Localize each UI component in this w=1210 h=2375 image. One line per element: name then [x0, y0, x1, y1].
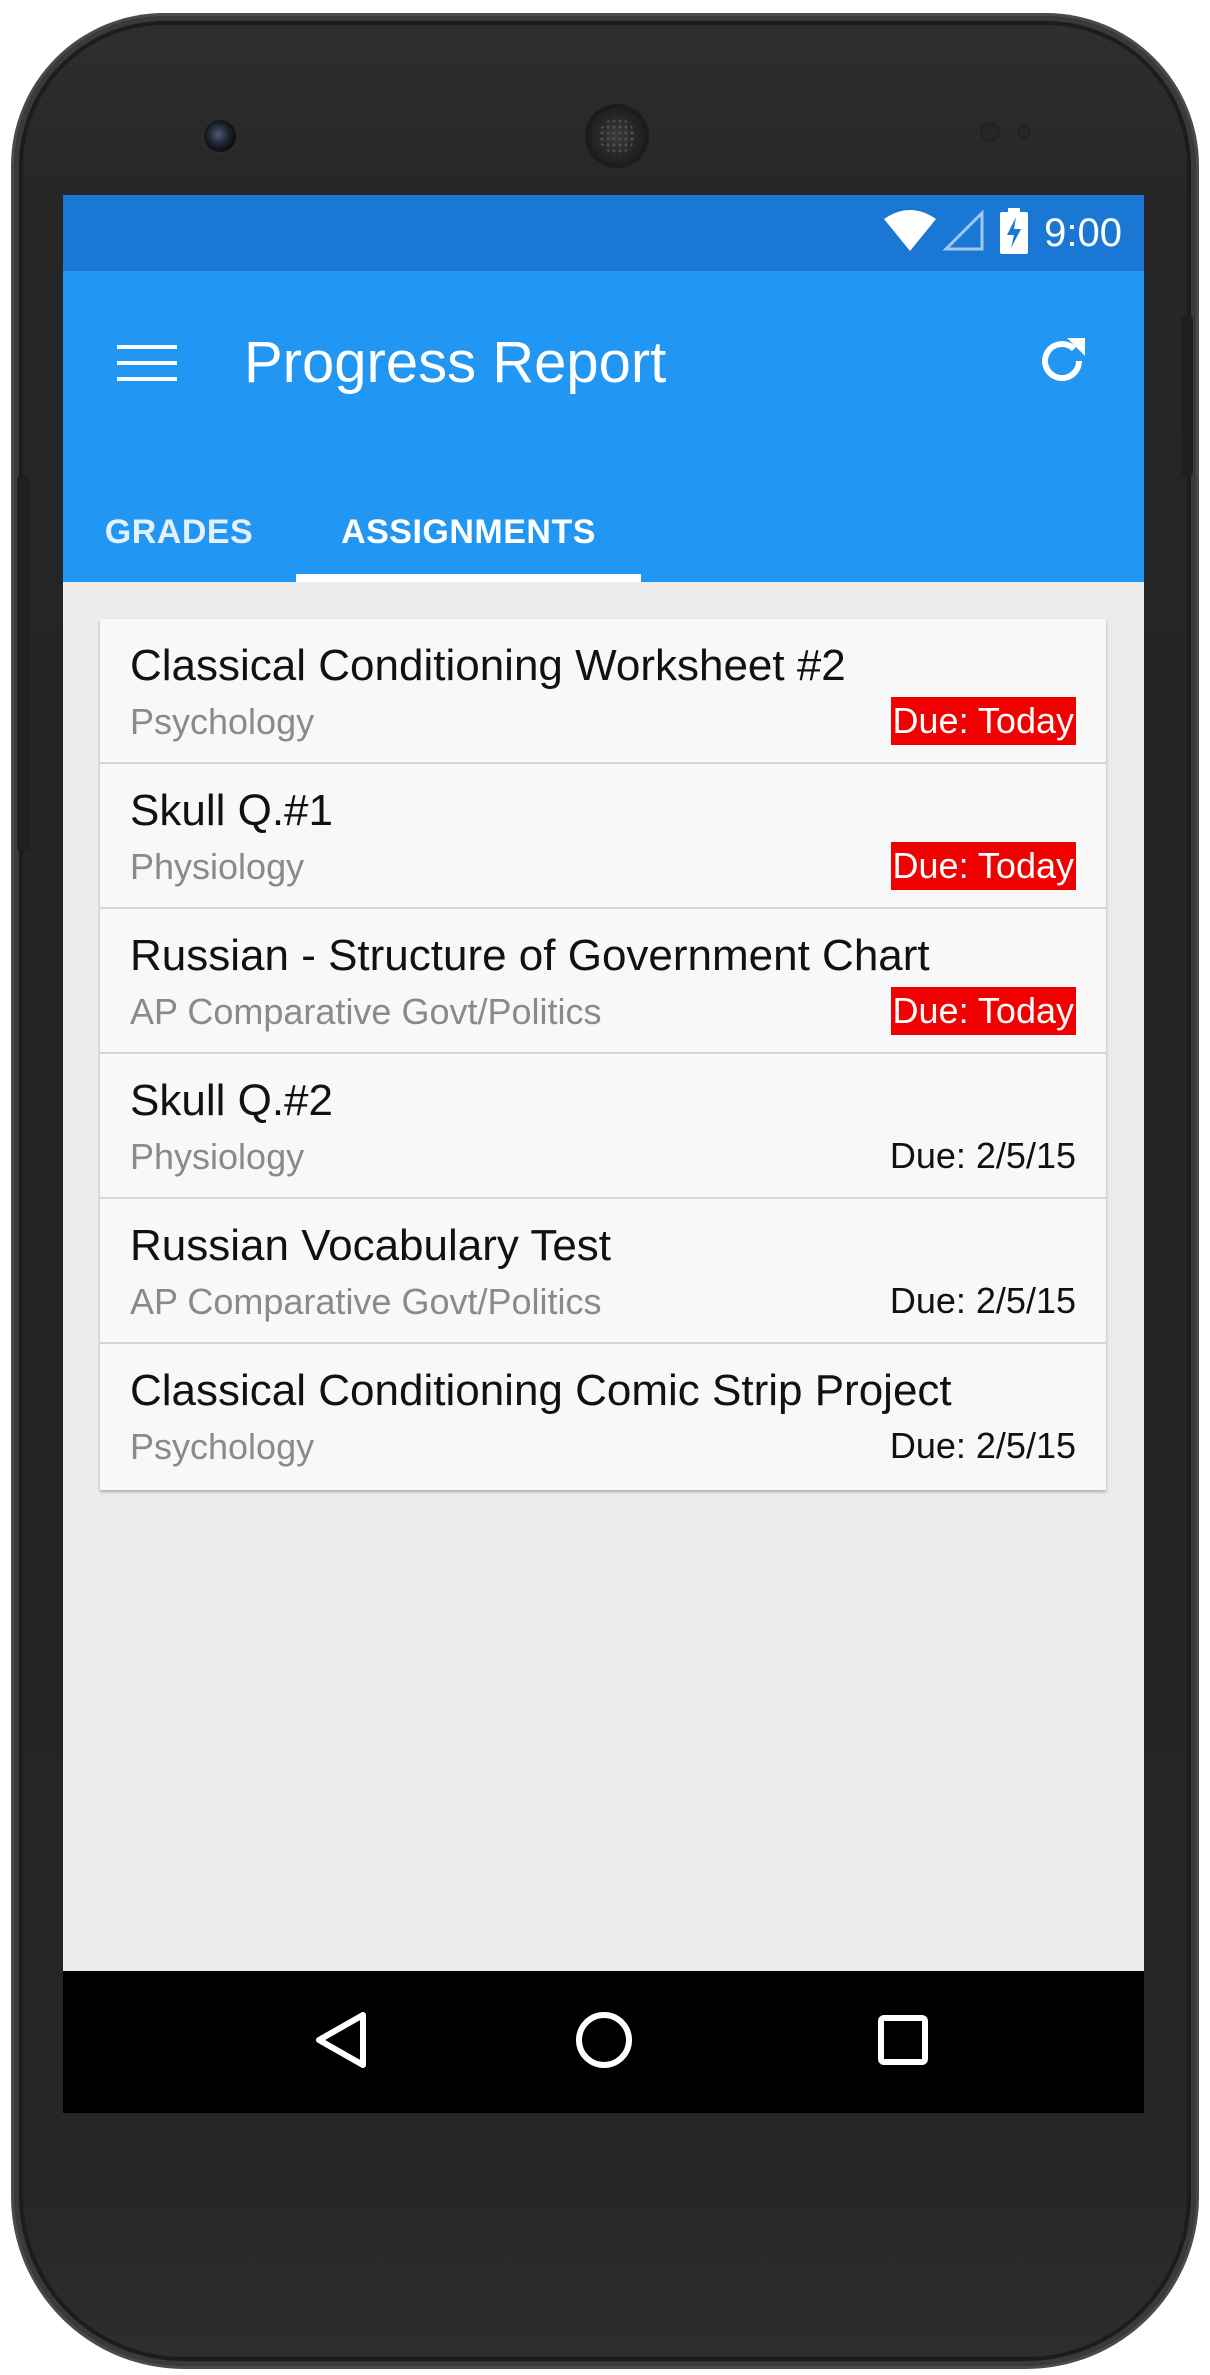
assignment-list: Classical Conditioning Worksheet #2 Psyc… — [100, 619, 1106, 1490]
tab-bar: GRADES ASSIGNMENTS — [63, 482, 1144, 582]
due-date: Due: 2/5/15 — [889, 1425, 1076, 1466]
status-icons: 9:00 — [882, 207, 1122, 259]
assignment-subject: Psychology — [130, 1426, 315, 1467]
power-button — [1181, 316, 1193, 476]
assignment-title: Russian Vocabulary Test — [130, 1221, 612, 1270]
assignment-title: Russian - Structure of Government Chart — [130, 931, 930, 980]
assignment-title: Skull Q.#1 — [130, 786, 333, 835]
light-sensor — [1019, 127, 1029, 137]
status-bar: 9:00 — [63, 195, 1144, 271]
cell-signal-icon — [942, 208, 986, 258]
page-title: Progress Report — [244, 330, 667, 395]
proximity-sensor — [982, 124, 998, 140]
due-date: Due: 2/5/15 — [889, 1135, 1076, 1176]
list-item[interactable]: Skull Q.#1 Physiology Due: Today — [100, 764, 1106, 909]
due-badge: Due: Today — [890, 697, 1076, 745]
recents-icon — [878, 2014, 928, 2070]
battery-charging-icon — [1000, 207, 1029, 259]
back-icon — [313, 2010, 369, 2075]
front-camera — [204, 120, 236, 152]
assignment-subject: Physiology — [130, 846, 305, 887]
earpiece-speaker — [589, 108, 645, 164]
due-date: Due: 2/5/15 — [889, 1280, 1076, 1321]
assignment-title: Classical Conditioning Worksheet #2 — [130, 641, 846, 690]
tab-indicator — [296, 574, 641, 582]
tab-assignments[interactable]: ASSIGNMENTS — [296, 482, 641, 582]
assignment-title: Skull Q.#2 — [130, 1076, 333, 1125]
due-badge: Due: Today — [890, 987, 1076, 1035]
home-icon — [575, 2011, 633, 2074]
list-item[interactable]: Russian - Structure of Government Chart … — [100, 909, 1106, 1054]
menu-button[interactable] — [115, 333, 179, 397]
assignment-subject: Psychology — [130, 701, 315, 742]
due-badge: Due: Today — [890, 842, 1076, 890]
list-item[interactable]: Russian Vocabulary Test AP Comparative G… — [100, 1199, 1106, 1344]
refresh-icon — [1035, 334, 1089, 393]
list-item[interactable]: Skull Q.#2 Physiology Due: 2/5/15 — [100, 1054, 1106, 1199]
back-button[interactable] — [301, 2002, 381, 2082]
navigation-bar — [63, 1971, 1144, 2113]
assignment-subject: AP Comparative Govt/Politics — [130, 991, 602, 1032]
hamburger-menu-icon — [117, 343, 177, 388]
assignment-subject: AP Comparative Govt/Politics — [130, 1281, 602, 1322]
volume-button — [17, 476, 29, 851]
recents-button[interactable] — [863, 2002, 943, 2082]
tab-grades[interactable]: GRADES — [63, 482, 295, 582]
app-bar: Progress Report GRADES ASSIGNMENTS — [63, 271, 1144, 582]
screen: 9:00 Progress Report GRADES ASSIGNMENTS … — [63, 195, 1144, 2113]
wifi-icon — [882, 209, 938, 258]
refresh-button[interactable] — [1022, 323, 1102, 403]
list-item[interactable]: Classical Conditioning Comic Strip Proje… — [100, 1344, 1106, 1490]
status-time: 9:00 — [1044, 210, 1122, 255]
home-button[interactable] — [564, 2002, 644, 2082]
list-item[interactable]: Classical Conditioning Worksheet #2 Psyc… — [100, 619, 1106, 764]
assignment-title: Classical Conditioning Comic Strip Proje… — [130, 1366, 952, 1415]
assignment-subject: Physiology — [130, 1136, 305, 1177]
